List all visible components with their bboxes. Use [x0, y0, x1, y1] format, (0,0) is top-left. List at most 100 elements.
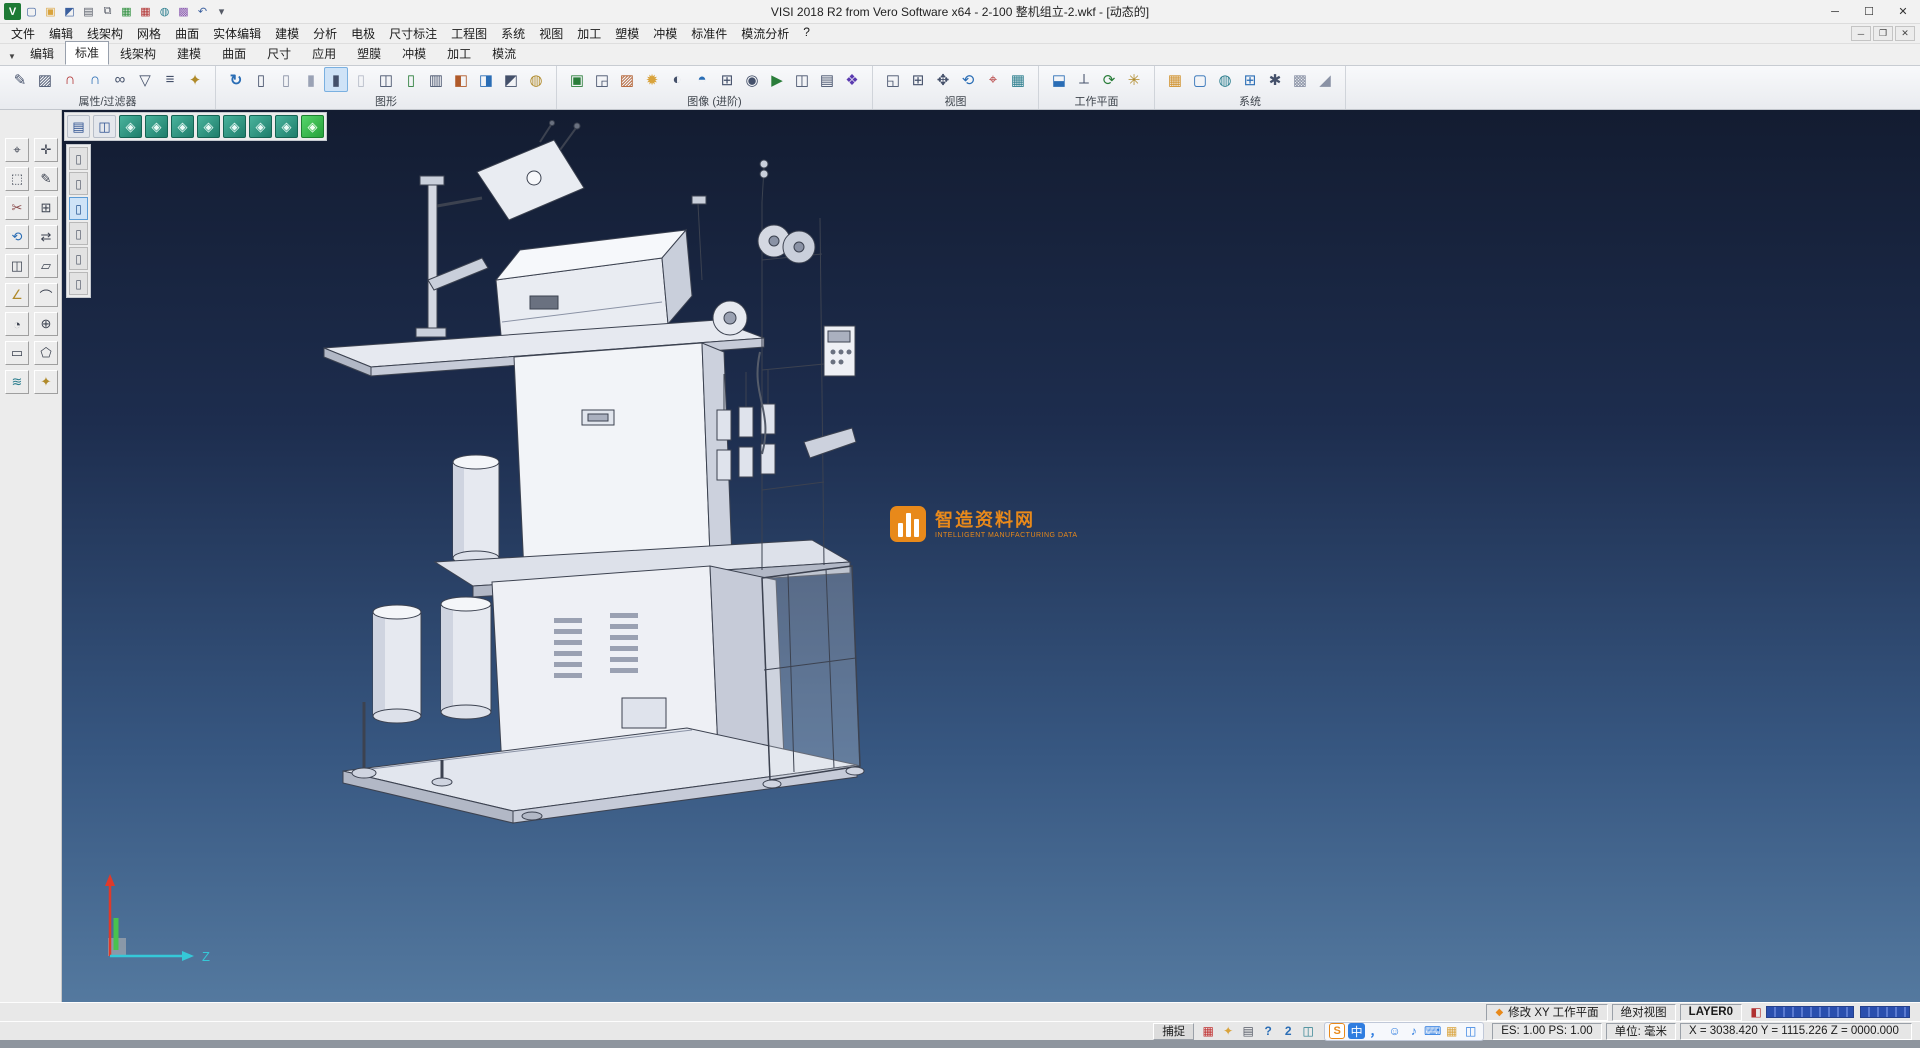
center-tool-icon[interactable]: ⊕ — [34, 312, 58, 336]
ime-mic-icon[interactable]: ♪ — [1405, 1023, 1422, 1039]
ucs-toggle-icon[interactable]: ◫ — [1298, 1023, 1318, 1040]
tab-edit[interactable]: 编辑 — [20, 42, 64, 65]
color-table-icon[interactable]: ▦ — [1163, 67, 1187, 92]
rect-tool-icon[interactable]: ▭ — [5, 341, 29, 365]
workplane-cell[interactable]: ◆ 修改 XY 工作平面 — [1486, 1004, 1607, 1021]
orbit-icon[interactable]: ⟲ — [956, 67, 980, 92]
viewbar-menu-icon[interactable]: ▤ — [67, 115, 90, 138]
camera-icon[interactable]: ◉ — [740, 67, 764, 92]
angle-tool-icon[interactable]: ∠ — [5, 283, 29, 307]
view-manager-icon[interactable]: ▦ — [1006, 67, 1030, 92]
shading-ramp-icon[interactable]: ◢ — [1313, 67, 1337, 92]
menu-die[interactable]: 冲模 — [646, 23, 684, 44]
workplane-rotate-icon[interactable]: ⟳ — [1097, 67, 1121, 92]
count-badge[interactable]: 2 — [1278, 1023, 1298, 1040]
view-cube-right[interactable]: ◈ — [171, 115, 194, 138]
open-file-icon[interactable]: ▣ — [42, 3, 59, 20]
close-button[interactable]: ✕ — [1886, 0, 1920, 23]
lighting-icon[interactable]: ✹ — [640, 67, 664, 92]
view-cube-dynamic[interactable]: ◈ — [301, 115, 324, 138]
tab-wireframe[interactable]: 线架构 — [110, 42, 166, 65]
quickaccess-dropdown-icon[interactable]: ▾ — [213, 3, 230, 20]
shaded-edges-mode-icon[interactable]: ▮ — [324, 67, 348, 92]
image-settings-icon[interactable]: ❖ — [840, 67, 864, 92]
clip-slot-1[interactable]: ▯ — [69, 147, 88, 170]
ime-skin-icon[interactable]: ▦ — [1443, 1023, 1460, 1039]
cad-model[interactable] — [324, 121, 864, 824]
save-file-icon[interactable]: ◩ — [61, 3, 78, 20]
menu-flow-analysis[interactable]: 模流分析 — [734, 23, 796, 44]
trim-tool-icon[interactable]: ✂ — [5, 196, 29, 220]
shaded-mode-icon[interactable]: ▮ — [299, 67, 323, 92]
tab-machining[interactable]: 加工 — [437, 42, 481, 65]
tab-mold[interactable]: 塑膜 — [347, 42, 391, 65]
redraw-icon[interactable]: ↻ — [224, 67, 248, 92]
tab-dimension[interactable]: 尺寸 — [257, 42, 301, 65]
offset-tool-icon[interactable]: ▱ — [34, 254, 58, 278]
menu-view[interactable]: 视图 — [532, 23, 570, 44]
grid-display-icon[interactable]: ▩ — [1288, 67, 1312, 92]
clip-slot-3[interactable]: ▯ — [69, 197, 88, 220]
draft-mode-icon[interactable]: ◨ — [474, 67, 498, 92]
units-cell[interactable]: 单位: 毫米 — [1606, 1023, 1676, 1040]
window-layout-icon[interactable]: ⊞ — [1238, 67, 1262, 92]
hidden-line-mode-icon[interactable]: ▯ — [274, 67, 298, 92]
move-tool-icon[interactable]: ✛ — [34, 138, 58, 162]
star-tool-icon[interactable]: ✦ — [34, 370, 58, 394]
menu-standard-parts[interactable]: 标准件 — [684, 23, 734, 44]
menu-machining[interactable]: 加工 — [570, 23, 608, 44]
view-cube-back[interactable]: ◈ — [223, 115, 246, 138]
globe-icon[interactable]: ◍ — [156, 3, 173, 20]
animation-icon[interactable]: ▶ — [765, 67, 789, 92]
view-cube-top[interactable]: ◈ — [119, 115, 142, 138]
material-library-icon[interactable]: ⊞ — [715, 67, 739, 92]
clip-slot-5[interactable]: ▯ — [69, 247, 88, 270]
sogou-logo-icon[interactable]: S — [1329, 1023, 1345, 1039]
transparent-mode-icon[interactable]: ▯ — [349, 67, 373, 92]
menu-mold[interactable]: 塑模 — [608, 23, 646, 44]
shadow-icon[interactable]: ◐ — [665, 67, 689, 92]
pan-icon[interactable]: ✥ — [931, 67, 955, 92]
workplane-xy-icon[interactable]: ⬓ — [1047, 67, 1071, 92]
ime-keyboard-icon[interactable]: ⌨ — [1424, 1023, 1441, 1039]
undo-icon[interactable]: ↶ — [194, 3, 211, 20]
view-cube-iso[interactable]: ◈ — [275, 115, 298, 138]
display-settings-icon[interactable]: ▢ — [1188, 67, 1212, 92]
mdi-close-button[interactable]: ✕ — [1895, 26, 1915, 41]
mdi-restore-button[interactable]: ❐ — [1873, 26, 1893, 41]
green-model-icon[interactable]: ▦ — [118, 3, 135, 20]
array-tool-icon[interactable]: ⊞ — [34, 196, 58, 220]
clip-slot-2[interactable]: ▯ — [69, 172, 88, 195]
menu-help[interactable]: ? — [796, 23, 817, 44]
reflection-mode-icon[interactable]: ◩ — [499, 67, 523, 92]
snap-toggle-icon[interactable]: ✦ — [1218, 1023, 1238, 1040]
tab-die[interactable]: 冲模 — [392, 42, 436, 65]
rotate-tool-icon[interactable]: ⟲ — [5, 225, 29, 249]
layer-filter-icon[interactable]: ≡ — [158, 67, 182, 92]
grid-toggle-icon[interactable]: ▦ — [1198, 1023, 1218, 1040]
viewbar-grid-icon[interactable]: ◫ — [93, 115, 116, 138]
app-logo-icon[interactable]: V — [4, 3, 21, 20]
view-cube-front[interactable]: ◈ — [145, 115, 168, 138]
mdi-minimize-button[interactable]: ─ — [1851, 26, 1871, 41]
layer-cell[interactable]: LAYER0 — [1680, 1004, 1742, 1021]
minimize-button[interactable]: ─ — [1818, 0, 1852, 23]
ime-toolbox-icon[interactable]: ◫ — [1462, 1023, 1479, 1039]
tab-standard[interactable]: 标准 — [65, 41, 109, 65]
quick-select-icon[interactable]: ✦ — [183, 67, 207, 92]
ime-lang-icon[interactable]: 中 — [1348, 1023, 1365, 1039]
new-file-icon[interactable]: ▢ — [23, 3, 40, 20]
zoom-extents-icon[interactable]: ◱ — [881, 67, 905, 92]
magnet-blue-icon[interactable]: ∩ — [83, 67, 107, 92]
system-options-icon[interactable]: ✱ — [1263, 67, 1287, 92]
tab-modeling[interactable]: 建模 — [167, 42, 211, 65]
tab-apply[interactable]: 应用 — [302, 42, 346, 65]
attribute-pencil-icon[interactable]: ✎ — [8, 67, 32, 92]
section-mode-icon[interactable]: ◫ — [374, 67, 398, 92]
palette-icon[interactable]: ▩ — [175, 3, 192, 20]
clip-slot-4[interactable]: ▯ — [69, 222, 88, 245]
zoom-window-icon[interactable]: ⊞ — [906, 67, 930, 92]
snapshot-icon[interactable]: ◲ — [590, 67, 614, 92]
circle-tool-icon[interactable]: ◔ — [5, 312, 29, 336]
red-model-icon[interactable]: ▦ — [137, 3, 154, 20]
